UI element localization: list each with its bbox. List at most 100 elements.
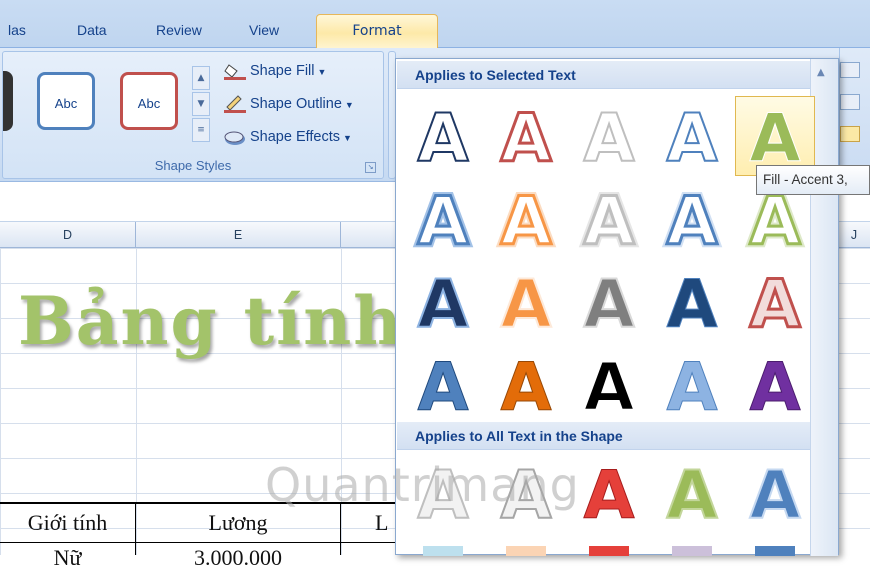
svg-text:A: A [583, 267, 634, 337]
wordart-style-swatch[interactable]: A [735, 262, 815, 342]
ribbon-tab-bar: las Data Review View Format [0, 0, 870, 48]
svg-text:A: A [500, 267, 551, 337]
wordart-title[interactable]: Bảng tính [18, 282, 403, 360]
wordart-style-swatch[interactable]: A [403, 262, 483, 342]
letter-a-icon: A [582, 350, 635, 420]
wordart-style-swatch[interactable]: A [569, 453, 649, 533]
tab-review[interactable]: Review [156, 22, 202, 44]
scroll-up-icon[interactable]: ▲ [817, 67, 825, 78]
style-thumb-red[interactable]: Abc [120, 72, 178, 130]
tab-view[interactable]: View [249, 22, 279, 44]
letter-a-icon: A [748, 458, 801, 528]
bring-to-front-icon[interactable] [840, 62, 860, 78]
shape-styles-group: Abc Abc ▲ ▼ ≡ Shape Fill ▼ Shape Outline ▼… [2, 51, 384, 179]
svg-text:A: A [583, 350, 634, 420]
letter-a-icon: A [582, 267, 635, 337]
wordart-style-swatch[interactable]: A [403, 345, 483, 425]
column-header-f[interactable] [341, 222, 401, 248]
chevron-down-icon: ▼ [343, 132, 352, 143]
gallery-more-button[interactable]: ≡ [192, 118, 210, 142]
svg-text:A: A [583, 101, 634, 171]
letter-a-icon: A [500, 350, 552, 420]
column-header-j[interactable]: J [838, 222, 870, 248]
wordart-style-swatch[interactable]: A [403, 96, 483, 176]
svg-text:A: A [666, 350, 717, 420]
tab-data[interactable]: Data [77, 22, 107, 44]
letter-a-icon: A [666, 267, 718, 337]
wordart-style-swatch[interactable]: A [735, 96, 815, 176]
gallery-scroll-down-button[interactable]: ▼ [192, 92, 210, 116]
column-header-e[interactable]: E [136, 222, 341, 248]
svg-text:A: A [500, 184, 551, 254]
style-thumb-partial[interactable] [3, 71, 13, 131]
table-header-partial[interactable]: L [341, 510, 400, 536]
table-cell-gender[interactable]: Nữ [0, 545, 135, 571]
paint-bucket-icon [223, 62, 247, 80]
shape-outline-button[interactable]: Shape Outline ▼ [223, 95, 354, 113]
column-header-d[interactable]: D [0, 222, 136, 248]
letter-a-icon: A [749, 350, 801, 420]
svg-text:A: A [666, 267, 717, 337]
svg-text:A: A [417, 350, 468, 420]
wordart-style-swatch[interactable]: AA [486, 179, 566, 259]
shape-effects-icon [223, 128, 247, 146]
letter-a-icon: A [583, 458, 635, 528]
gallery-scroll-up-button[interactable]: ▲ [192, 66, 210, 90]
wordart-style-swatch[interactable]: A [652, 96, 732, 176]
table-header-salary[interactable]: Lương [136, 510, 340, 536]
gallery-section-all-text: Applies to All Text in the Shape [397, 422, 811, 450]
table-cell-salary[interactable]: 3.000.000 [136, 545, 340, 571]
dialog-launcher-icon[interactable]: ↘ [365, 162, 376, 173]
arrange-group-partial [839, 48, 870, 182]
wordart-style-swatch[interactable]: A [486, 262, 566, 342]
shape-effects-button[interactable]: Shape Effects ▼ [223, 128, 352, 146]
tab-formulas[interactable]: las [8, 22, 26, 44]
letter-a-icon: AA [663, 184, 721, 254]
letter-a-icon: AA [580, 184, 638, 254]
svg-text:A: A [749, 458, 800, 528]
wordart-style-swatch[interactable]: AA [569, 179, 649, 259]
wordart-style-swatch[interactable]: A [486, 345, 566, 425]
wordart-style-swatch[interactable]: A [569, 96, 649, 176]
wordart-style-swatch[interactable]: A [735, 453, 815, 533]
selection-pane-icon[interactable] [840, 126, 860, 142]
wordart-style-swatch[interactable]: A [569, 262, 649, 342]
shape-styles-group-label: Shape Styles [154, 158, 232, 173]
tab-format[interactable]: Format [316, 14, 438, 48]
shape-fill-button[interactable]: Shape Fill ▼ [223, 62, 326, 80]
svg-text:A: A [749, 101, 800, 171]
wordart-style-swatch[interactable]: A [652, 453, 732, 533]
wordart-style-swatch[interactable]: A [652, 345, 732, 425]
letter-a-icon: A [748, 267, 802, 337]
gallery-section-selected-text: Applies to Selected Text [397, 61, 811, 89]
letter-a-icon: A [499, 101, 553, 171]
wordart-style-swatch[interactable]: AA [652, 179, 732, 259]
svg-text:A: A [583, 184, 634, 254]
letter-a-icon: A [665, 101, 718, 171]
svg-text:A: A [417, 101, 468, 171]
wordart-style-swatch[interactable]: A [652, 262, 732, 342]
watermark: Quantrimang [265, 458, 580, 512]
style-thumb-blue[interactable]: Abc [37, 72, 95, 130]
svg-text:A: A [749, 350, 800, 420]
letter-a-icon: A [416, 101, 469, 171]
shape-effects-label: Shape Effects [250, 128, 341, 145]
wordart-style-swatch[interactable]: A [735, 345, 815, 425]
wordart-style-swatch[interactable]: A [486, 96, 566, 176]
table-header-gender[interactable]: Giới tính [0, 510, 135, 536]
svg-text:A: A [666, 101, 717, 171]
letter-a-icon: A [582, 101, 635, 171]
send-to-back-icon[interactable] [840, 94, 860, 110]
wordart-style-swatch[interactable]: A [569, 345, 649, 425]
chevron-down-icon: ▼ [317, 66, 327, 77]
letter-a-icon: AA [497, 184, 555, 254]
chevron-down-icon: ▼ [344, 99, 354, 110]
letter-a-icon: A [417, 350, 469, 420]
svg-text:A: A [583, 458, 634, 528]
letter-a-icon: A [416, 267, 469, 337]
letter-a-icon: A [749, 101, 801, 171]
style-tooltip: Fill - Accent 3, [756, 165, 870, 195]
wordart-style-swatch[interactable]: AA [403, 179, 483, 259]
shape-outline-label: Shape Outline [250, 95, 342, 112]
letter-a-icon: AA [414, 184, 472, 254]
